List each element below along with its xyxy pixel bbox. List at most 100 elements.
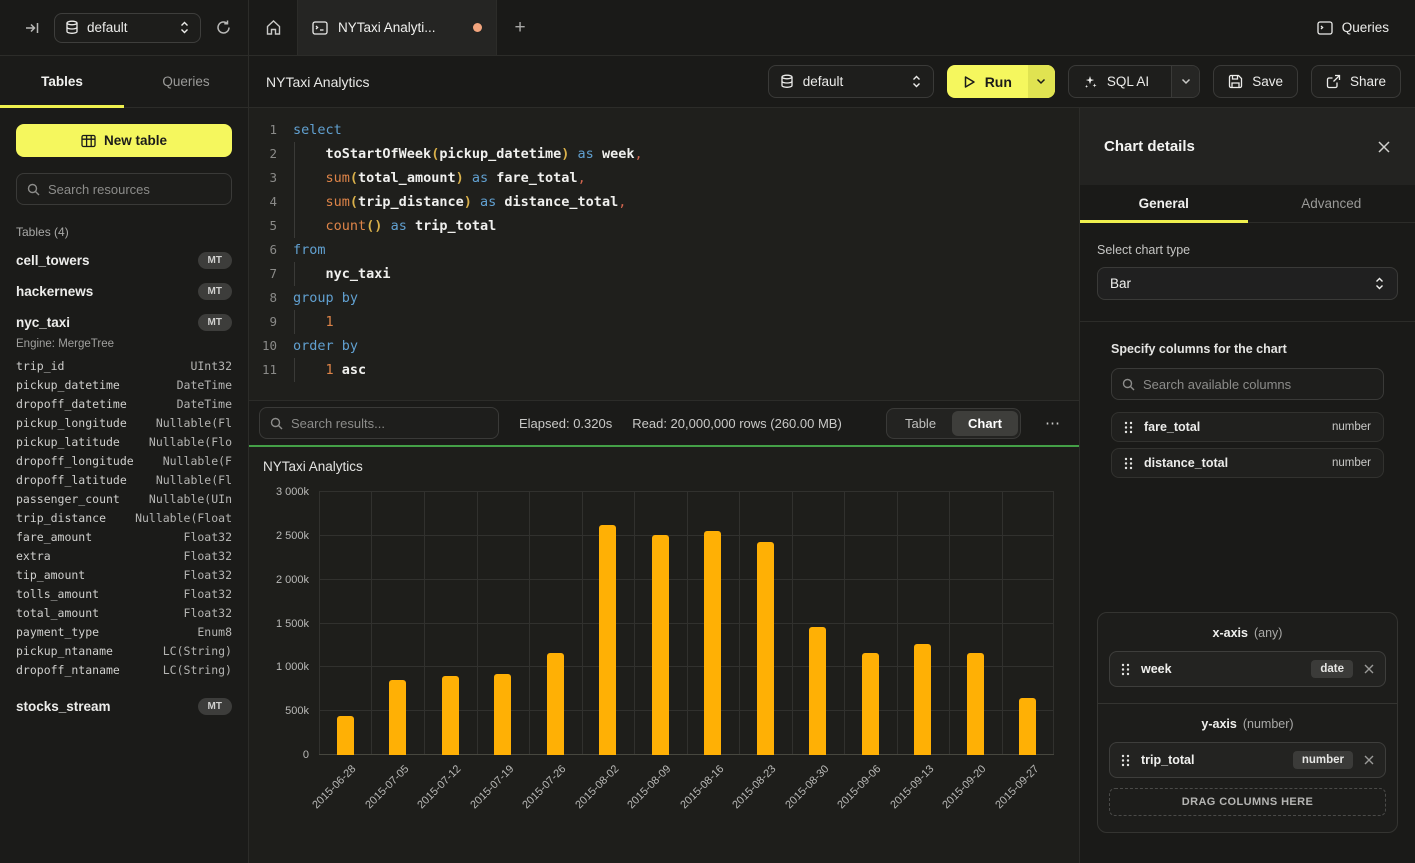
drag-columns-drop-zone[interactable]: DRAG COLUMNS HERE <box>1109 788 1386 816</box>
remove-y-axis-column-button[interactable] <box>1364 755 1374 765</box>
close-icon <box>1377 140 1391 154</box>
code-text: count() as trip_total <box>293 214 496 238</box>
chart-title: NYTaxi Analytics <box>263 459 363 474</box>
table-row[interactable]: hackernewsMT <box>0 276 248 307</box>
run-options-caret[interactable] <box>1028 65 1055 98</box>
gridline <box>844 492 845 755</box>
column-type: Nullable(Fl <box>156 473 232 487</box>
save-button-label: Save <box>1252 74 1283 89</box>
save-button[interactable]: Save <box>1213 65 1298 98</box>
chart-bar <box>862 653 879 755</box>
sidebar-tab-queries[interactable]: Queries <box>124 56 248 107</box>
sidebar-search-input[interactable] <box>48 182 221 197</box>
y-axis-column-item[interactable]: trip_total number <box>1109 742 1386 778</box>
sql-ai-button[interactable]: SQL AI <box>1068 65 1200 98</box>
sidebar-tab-tables[interactable]: Tables <box>0 56 124 107</box>
sql-ai-caret[interactable] <box>1171 66 1199 97</box>
read-stat: Read: 20,000,000 rows (260.00 MB) <box>632 416 842 431</box>
column-type: Enum8 <box>197 625 232 639</box>
drag-handle-icon[interactable] <box>1121 663 1130 676</box>
drag-handle-icon[interactable] <box>1124 457 1133 470</box>
column-name: pickup_longitude <box>16 416 156 430</box>
chart-bar <box>547 653 564 755</box>
toolbar-database-selector[interactable]: default <box>768 65 934 98</box>
chart-details-title: Chart details <box>1104 138 1377 155</box>
code-line: 2 toStartOfWeek(pickup_datetime) as week… <box>249 142 1079 166</box>
tab-general[interactable]: General <box>1080 185 1248 222</box>
code-line: 4 sum(trip_distance) as distance_total, <box>249 190 1079 214</box>
search-icon <box>27 183 40 196</box>
gridline <box>582 492 583 755</box>
y-tick-label: 2 000k <box>276 574 309 586</box>
share-button[interactable]: Share <box>1311 65 1401 98</box>
view-toggle-chart[interactable]: Chart <box>952 411 1018 436</box>
table-row[interactable]: cell_towersMT <box>0 245 248 276</box>
close-icon <box>1364 755 1374 765</box>
column-row: pickup_longitudeNullable(Fl <box>0 413 248 432</box>
columns-search[interactable] <box>1111 368 1384 400</box>
chart-bar <box>599 525 616 755</box>
results-search[interactable] <box>259 407 499 439</box>
available-column-chip[interactable]: distance_totalnumber <box>1111 448 1384 478</box>
column-type: Nullable(UIn <box>149 492 232 506</box>
query-tab[interactable]: NYTaxi Analyti... <box>297 0 497 55</box>
column-name: tip_amount <box>16 568 184 582</box>
queries-button[interactable]: Queries <box>1317 20 1389 35</box>
results-search-input[interactable] <box>291 416 488 431</box>
play-icon <box>963 75 976 89</box>
home-button[interactable] <box>249 0 297 55</box>
tab-advanced[interactable]: Advanced <box>1248 185 1415 222</box>
line-number: 7 <box>249 262 293 286</box>
x-axis-column-item[interactable]: week date <box>1109 651 1386 687</box>
column-name: dropoff_ntaname <box>16 663 163 677</box>
remove-x-axis-column-button[interactable] <box>1364 664 1374 674</box>
drag-handle-icon[interactable] <box>1121 754 1130 767</box>
code-line: 11 1 asc <box>249 358 1079 382</box>
column-name: dropoff_latitude <box>16 473 156 487</box>
home-icon <box>265 19 282 36</box>
column-name: pickup_ntaname <box>16 644 163 658</box>
column-type: Float32 <box>184 530 232 544</box>
column-row: pickup_datetimeDateTime <box>0 375 248 394</box>
new-tab-button[interactable]: + <box>497 0 543 55</box>
column-row: tolls_amountFloat32 <box>0 584 248 603</box>
sidebar-collapse-button[interactable] <box>20 16 44 40</box>
database-icon <box>780 74 794 89</box>
available-column-type: number <box>1332 457 1371 469</box>
close-panel-button[interactable] <box>1377 140 1391 154</box>
column-row: passenger_countNullable(UIn <box>0 489 248 508</box>
drag-handle-icon[interactable] <box>1124 421 1133 434</box>
column-type: Nullable(Float <box>135 511 232 525</box>
tab-strip: NYTaxi Analyti... + Queries <box>249 0 1415 55</box>
gridline <box>477 492 478 755</box>
code-line: 10order by <box>249 334 1079 358</box>
table-row[interactable]: nyc_taxiMT <box>0 307 248 338</box>
chevron-updown-icon <box>1374 277 1385 290</box>
chart-type-select[interactable]: Bar <box>1097 267 1398 300</box>
column-row: trip_distanceNullable(Float <box>0 508 248 527</box>
database-selector[interactable]: default <box>54 13 201 43</box>
terminal-icon <box>312 21 328 35</box>
line-number: 11 <box>249 358 293 382</box>
gridline <box>897 492 898 755</box>
column-name: fare_amount <box>16 530 184 544</box>
column-name: trip_distance <box>16 511 135 525</box>
refresh-button[interactable] <box>211 15 236 40</box>
topbar-sidebar-section: default <box>0 0 249 55</box>
column-name: extra <box>16 549 184 563</box>
chart-bar <box>757 542 774 755</box>
search-icon <box>1122 378 1135 391</box>
column-type: DateTime <box>177 397 232 411</box>
new-table-button[interactable]: New table <box>16 124 232 157</box>
results-more-button[interactable]: ⋯ <box>1041 414 1065 432</box>
run-button[interactable]: Run <box>947 65 1055 98</box>
sql-ai-label: SQL AI <box>1107 74 1149 89</box>
view-toggle-table[interactable]: Table <box>889 411 952 436</box>
table-row[interactable]: stocks_streamMT <box>0 691 248 722</box>
axis-config-box: x-axis(any) week date <box>1097 612 1398 833</box>
available-column-chip[interactable]: fare_totalnumber <box>1111 412 1384 442</box>
sidebar-search[interactable] <box>16 173 232 205</box>
sql-editor[interactable]: 1select2 toStartOfWeek(pickup_datetime) … <box>249 108 1079 400</box>
column-type: Nullable(Flo <box>149 435 232 449</box>
columns-search-input[interactable] <box>1143 377 1373 392</box>
